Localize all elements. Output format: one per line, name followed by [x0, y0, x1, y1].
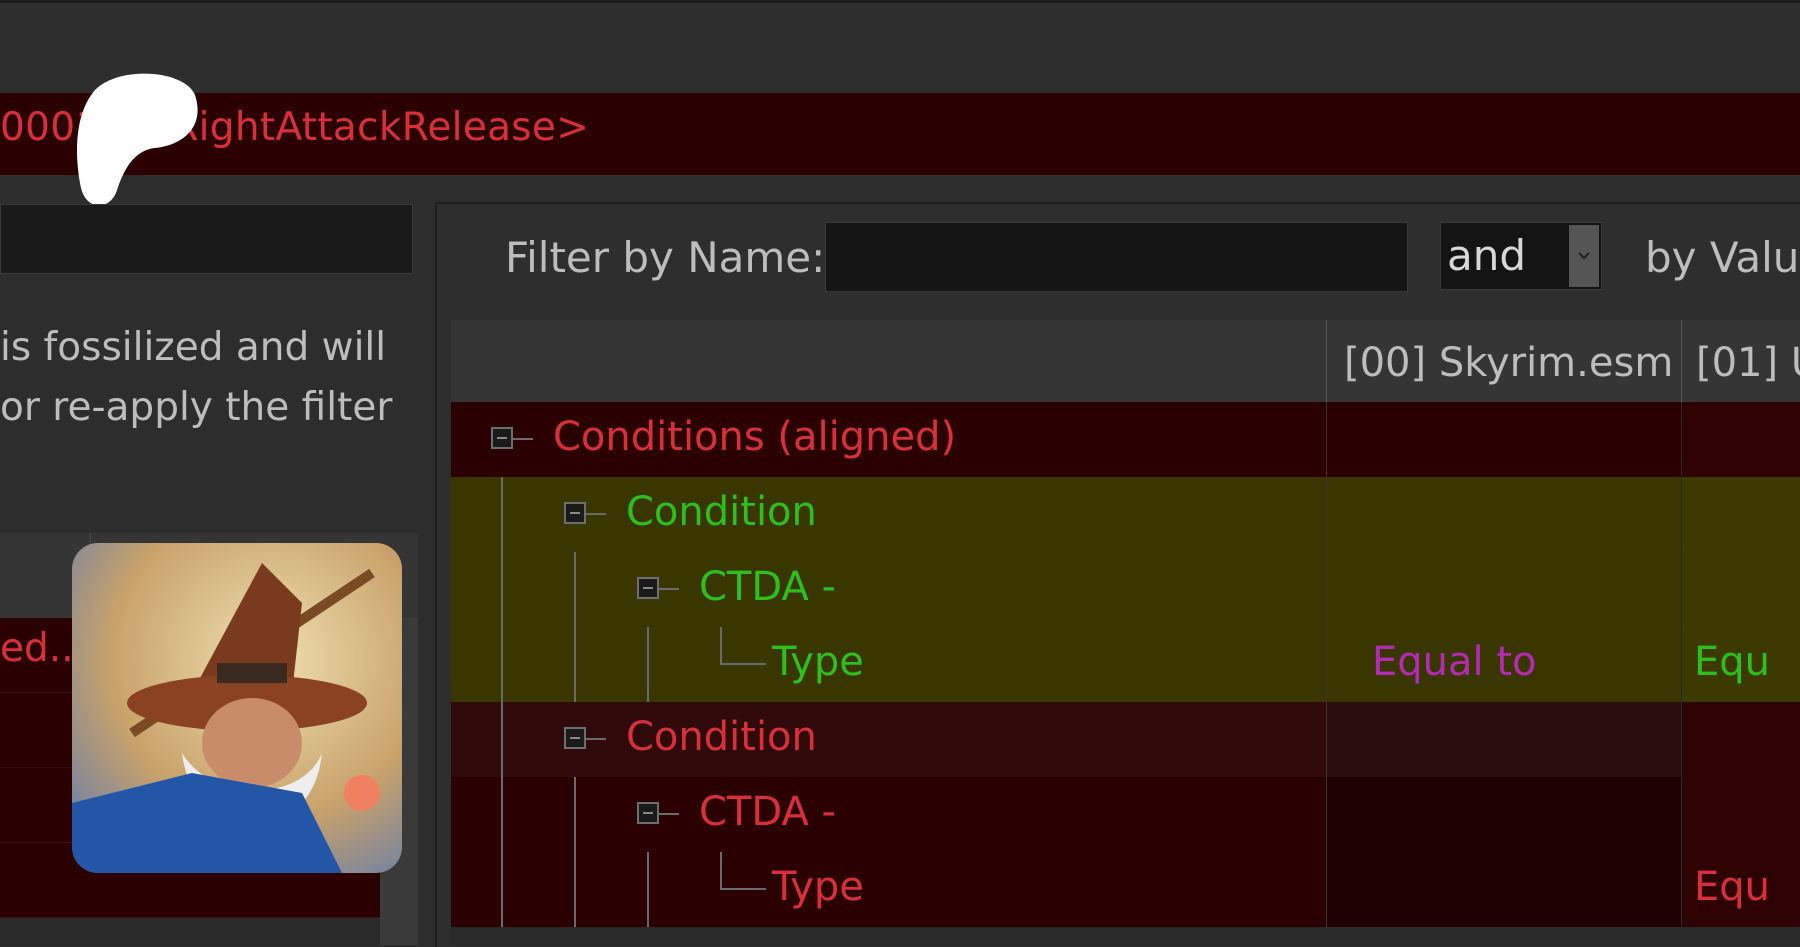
value-cell-skyrim[interactable]: [1327, 402, 1681, 477]
tree-label-cell[interactable]: Condition: [451, 702, 1326, 777]
value-text: Equal to: [1372, 639, 1537, 685]
collapse-toggle-icon[interactable]: [637, 577, 659, 599]
tree-row-label: Condition: [626, 714, 817, 760]
filter-name-input[interactable]: [825, 222, 1408, 292]
fossilized-message: is fossilized and will or re-apply the f…: [0, 318, 392, 438]
wizard-app-icon: [72, 543, 402, 873]
record-title-bar: 00014 <RightAttackRelease>: [0, 93, 1800, 175]
tree-label-cell[interactable]: Condition: [451, 477, 1326, 552]
value-cell-update[interactable]: [1682, 477, 1800, 552]
value-cell-update[interactable]: [1682, 702, 1800, 777]
grid-header: [00] Skyrim.esm [01] U: [451, 320, 1800, 403]
tree-label-cell[interactable]: Type: [451, 852, 1326, 927]
tree-row-label: Conditions (aligned): [553, 414, 957, 460]
filter-by-name-label: Filter by Name:: [505, 233, 826, 282]
value-cell-skyrim[interactable]: [1327, 852, 1681, 927]
filter-operator-select[interactable]: and: [1440, 222, 1602, 290]
collapse-toggle-icon[interactable]: [637, 802, 659, 824]
chevron-down-icon[interactable]: [1569, 225, 1599, 287]
value-cell-update[interactable]: Equ: [1682, 627, 1800, 702]
left-search-input[interactable]: [0, 204, 413, 274]
tree-label-cell[interactable]: CTDA -: [451, 777, 1326, 852]
filter-operator-value: and: [1447, 231, 1527, 280]
tree-row[interactable]: Conditions (aligned): [451, 402, 1800, 477]
record-tree-grid[interactable]: [00] Skyrim.esm [01] U Conditions (align…: [451, 320, 1800, 945]
column-header-skyrim[interactable]: [00] Skyrim.esm: [1344, 340, 1673, 386]
value-cell-update[interactable]: Equ: [1682, 852, 1800, 927]
value-text: Equ: [1694, 639, 1771, 685]
collapse-toggle-icon[interactable]: [564, 502, 586, 524]
top-toolbar: [0, 0, 1800, 93]
collapse-toggle-icon[interactable]: [564, 727, 586, 749]
tree-row-label: CTDA -: [699, 564, 836, 610]
tree-row-label: Condition: [626, 489, 817, 535]
value-cell-skyrim[interactable]: [1327, 552, 1681, 627]
tree-row-label: Type: [772, 864, 864, 910]
message-line-2: or re-apply the filter: [0, 385, 393, 430]
value-cell-skyrim[interactable]: [1327, 777, 1681, 852]
message-line-1: is fossilized and will: [0, 325, 387, 370]
tree-row[interactable]: CTDA -: [451, 552, 1800, 627]
value-cell-skyrim[interactable]: [1327, 702, 1681, 777]
value-cell-skyrim[interactable]: Equal to: [1327, 627, 1681, 702]
tree-row[interactable]: Condition: [451, 477, 1800, 552]
tree-row-label: CTDA -: [699, 789, 836, 835]
tree-row[interactable]: Type Equal to Equ: [451, 627, 1800, 702]
value-cell-skyrim[interactable]: [1327, 477, 1681, 552]
value-text: Equ: [1694, 864, 1771, 910]
tree-row[interactable]: Condition: [451, 702, 1800, 777]
tree-row[interactable]: Type Equ: [451, 852, 1800, 927]
filter-by-value-label: by Value: [1645, 233, 1800, 282]
collapse-toggle-icon[interactable]: [491, 427, 513, 449]
value-cell-update[interactable]: [1682, 402, 1800, 477]
tree-label-cell[interactable]: Conditions (aligned): [451, 402, 1326, 477]
patreon-logo-icon: [76, 73, 198, 206]
tree-row[interactable]: CTDA -: [451, 777, 1800, 852]
tree-row-label: Type: [772, 639, 864, 685]
column-header-update[interactable]: [01] U: [1696, 340, 1800, 386]
tree-label-cell[interactable]: Type: [451, 627, 1326, 702]
value-cell-update[interactable]: [1682, 552, 1800, 627]
value-cell-update[interactable]: [1682, 777, 1800, 852]
tree-label-cell[interactable]: CTDA -: [451, 552, 1326, 627]
